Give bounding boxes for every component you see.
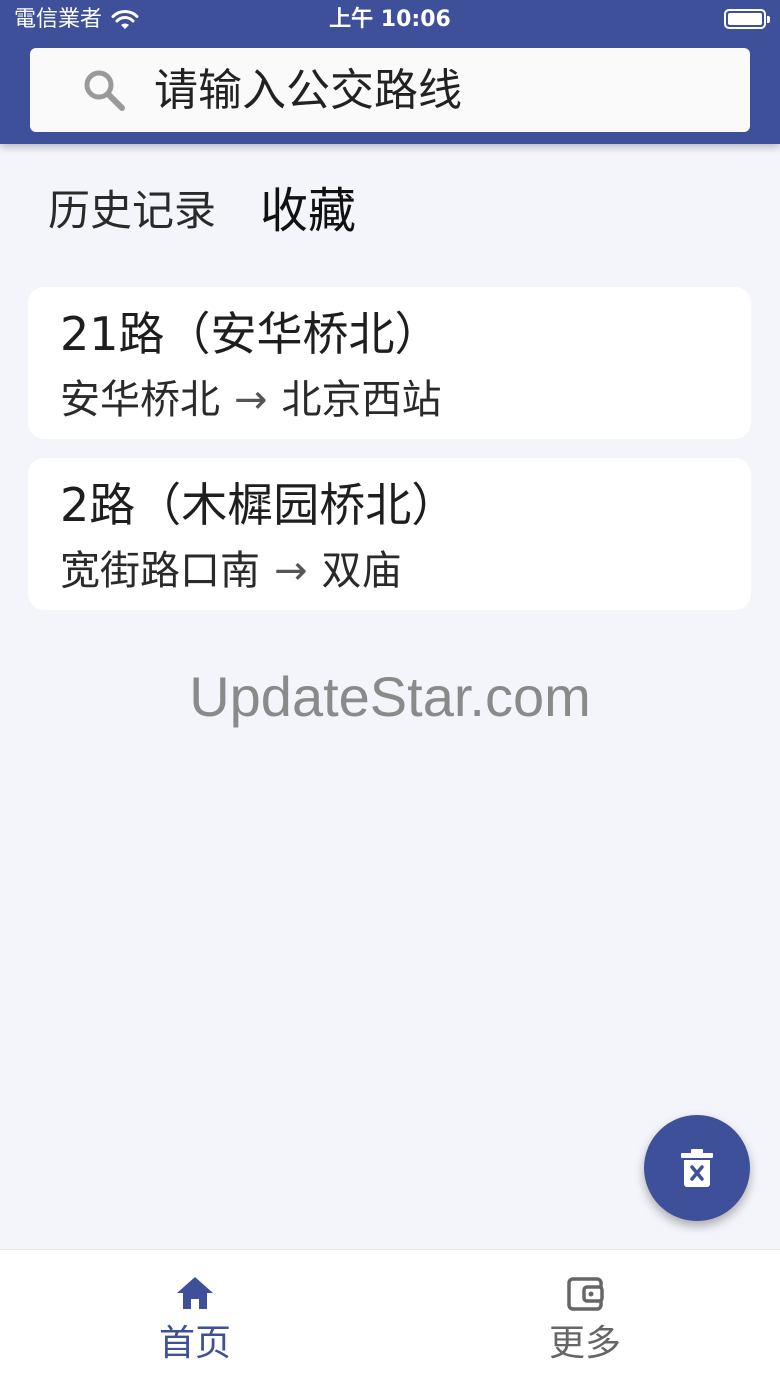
app-header: 電信業者 上午 10:06 xyxy=(0,0,780,144)
nav-home-label: 首页 xyxy=(158,1323,231,1364)
route-direction: 安华桥北 → 北京西站 xyxy=(60,373,442,427)
status-time: 上午 10:06 xyxy=(329,7,451,32)
home-icon xyxy=(177,1277,213,1309)
search-input[interactable] xyxy=(154,48,714,132)
tab-bar: 历史记录 收藏 xyxy=(48,178,356,244)
route-card[interactable]: 2路（木樨园桥北） 宽街路口南 → 双庙 xyxy=(28,458,751,610)
battery-icon xyxy=(724,9,770,29)
tab-favorites[interactable]: 收藏 xyxy=(260,178,356,244)
wallet-icon xyxy=(567,1277,604,1311)
direction-arrow-icon: → xyxy=(274,548,308,594)
route-direction: 宽街路口南 → 双庙 xyxy=(60,544,402,598)
nav-more[interactable]: 更多 xyxy=(390,1250,780,1387)
search-bar[interactable] xyxy=(30,48,750,132)
direction-arrow-icon: → xyxy=(234,377,268,423)
delete-fab-button[interactable] xyxy=(644,1115,750,1221)
route-origin: 安华桥北 xyxy=(60,377,220,423)
nav-more-label: 更多 xyxy=(548,1323,621,1364)
search-icon xyxy=(84,70,125,111)
route-destination: 北京西站 xyxy=(281,377,442,423)
route-title: 2路（木樨园桥北） xyxy=(60,478,458,532)
watermark: UpdateStar.com xyxy=(189,665,591,728)
route-origin: 宽街路口南 xyxy=(60,548,260,594)
trash-icon xyxy=(681,1149,713,1187)
route-destination: 双庙 xyxy=(321,548,402,594)
tab-history[interactable]: 历史记录 xyxy=(48,178,216,244)
bottom-navigation: 首页 更多 xyxy=(0,1249,780,1387)
nav-home[interactable]: 首页 xyxy=(0,1250,390,1387)
route-card[interactable]: 21路（安华桥北） 安华桥北 → 北京西站 xyxy=(28,287,751,439)
status-bar: 電信業者 上午 10:06 xyxy=(0,0,780,40)
route-title: 21路（安华桥北） xyxy=(60,307,441,361)
